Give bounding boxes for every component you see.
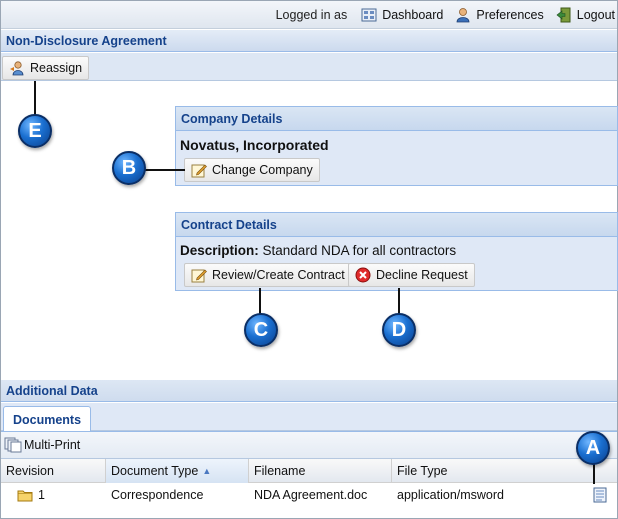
description-value: Standard NDA for all contractors <box>262 243 457 258</box>
cell-file-type: application/msword <box>397 488 504 502</box>
callout-a: A <box>576 431 610 465</box>
callout-b: B <box>112 151 146 185</box>
column-header-file-type[interactable]: File Type <box>392 459 617 483</box>
dashboard-label: Dashboard <box>382 7 444 22</box>
preferences-label: Preferences <box>476 7 544 22</box>
grid-header: Revision Document Type ▲ Filename File T… <box>1 459 617 483</box>
company-name: Novatus, Incorporated <box>180 137 329 153</box>
folder-icon <box>17 487 33 503</box>
reassign-button[interactable]: Reassign <box>2 56 90 80</box>
company-details-title: Company Details <box>176 107 617 131</box>
review-create-contract-button[interactable]: Review/Create Contract <box>184 263 352 287</box>
column-header-filename[interactable]: Filename <box>249 459 392 483</box>
document-details-icon[interactable] <box>592 487 608 503</box>
grid-toolbar <box>1 432 617 459</box>
column-header-document-type[interactable]: Document Type ▲ <box>106 459 249 483</box>
callout-e: E <box>18 114 52 148</box>
cancel-icon <box>355 267 371 283</box>
logout-link[interactable]: Logout <box>556 7 615 23</box>
multi-print-label: Multi-Print <box>24 438 81 452</box>
logged-in-text: Logged in as <box>275 7 348 22</box>
column-header-revision[interactable]: Revision <box>1 459 106 483</box>
top-bar: Logged in as Dashboard Preferences Logou… <box>1 1 617 29</box>
tab-documents[interactable]: Documents <box>3 406 91 432</box>
logout-label: Logout <box>576 7 615 22</box>
revision-value: 1 <box>38 488 45 502</box>
callout-c-line <box>259 288 261 315</box>
user-icon <box>455 7 471 23</box>
additional-data-title: Additional Data <box>1 380 617 402</box>
tab-strip <box>1 403 617 431</box>
multi-print-icon <box>4 437 22 453</box>
sort-ascending-icon: ▲ <box>202 466 212 476</box>
change-company-label: Change Company <box>212 163 313 177</box>
callout-d-line <box>398 288 400 315</box>
cell-revision: 1 <box>1 484 106 506</box>
multi-print-button[interactable]: Multi-Print <box>4 437 80 453</box>
description-label: Description: <box>180 243 259 258</box>
decline-request-button[interactable]: Decline Request <box>348 263 475 287</box>
decline-request-label: Decline Request <box>376 268 468 282</box>
callout-b-line <box>145 169 185 171</box>
table-row[interactable]: 1 Correspondence NDA Agreement.doc appli… <box>1 484 617 506</box>
logout-icon <box>556 7 572 23</box>
dashboard-link[interactable]: Dashboard <box>361 7 443 23</box>
contract-description: Description: Standard NDA for all contra… <box>180 243 456 258</box>
reassign-icon <box>9 60 25 76</box>
callout-c: C <box>244 313 278 347</box>
callout-a-line <box>593 462 595 484</box>
reassign-label: Reassign <box>30 61 83 75</box>
preferences-link[interactable]: Preferences <box>455 7 544 23</box>
review-create-contract-label: Review/Create Contract <box>212 268 345 282</box>
cell-action <box>582 484 617 506</box>
edit-icon <box>191 267 207 283</box>
page-title: Non-Disclosure Agreement <box>1 30 617 52</box>
dashboard-icon <box>361 7 377 23</box>
edit-icon <box>191 162 207 178</box>
document-type-label: Document Type <box>111 464 199 478</box>
page-toolbar <box>1 53 617 81</box>
change-company-button[interactable]: Change Company <box>184 158 320 182</box>
cell-filename: NDA Agreement.doc <box>254 488 368 502</box>
callout-d: D <box>382 313 416 347</box>
contract-details-title: Contract Details <box>176 213 617 237</box>
callout-e-line <box>34 81 36 117</box>
cell-document-type: Correspondence <box>111 488 204 502</box>
